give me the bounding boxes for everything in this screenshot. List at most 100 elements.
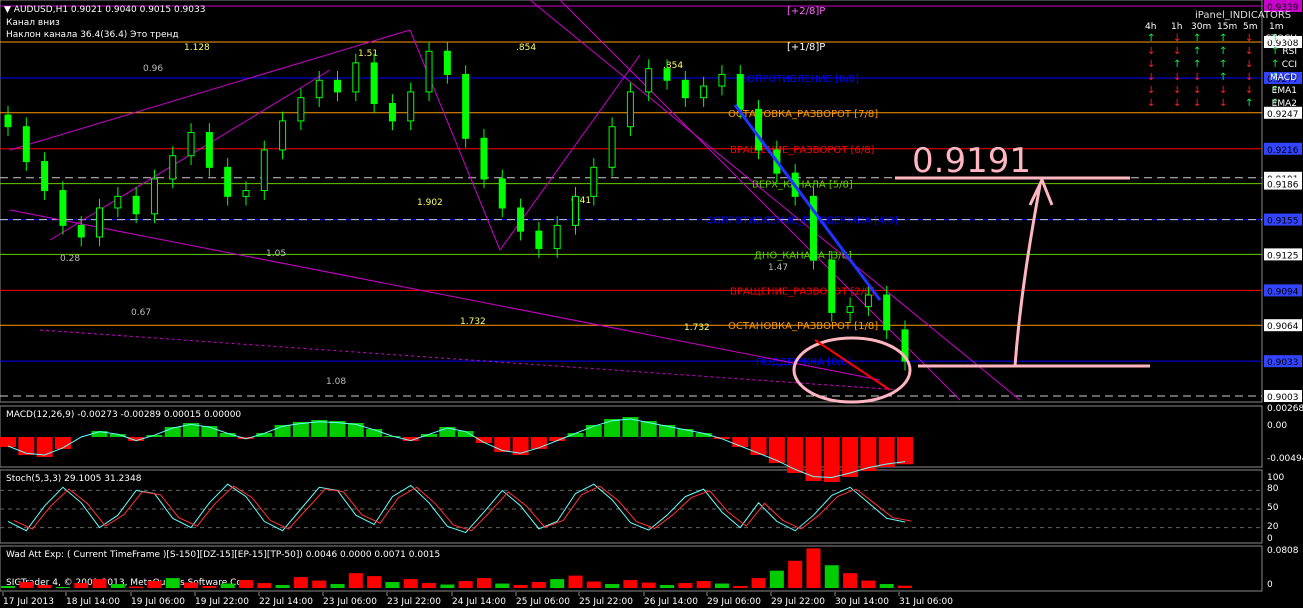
- macd-bar: [604, 419, 621, 437]
- wad-bar: [165, 578, 180, 588]
- arrow-up-icon: ↑: [1245, 98, 1254, 109]
- wad-bar: [769, 570, 784, 588]
- ipanel-timeframe: 4h: [1145, 22, 1157, 32]
- ipanel-timeframe: 30m: [1191, 22, 1212, 32]
- murrey-level-label: ВРАЩЕНИЕ_РАЗВОРОТ [6/8]: [730, 145, 875, 156]
- candle-body: [370, 62, 378, 104]
- wad-bar: [714, 583, 729, 588]
- wad-bar: [898, 585, 912, 588]
- time-tick-label: 19 Jul 06:00: [131, 597, 185, 607]
- wad-bar: [879, 584, 894, 588]
- time-tick-label: 22 Jul 14:00: [259, 597, 313, 607]
- arrow-down-icon: ↓: [1193, 72, 1202, 83]
- candle-body: [626, 91, 634, 128]
- fib-label: 1.732: [460, 317, 486, 327]
- collapse-icon[interactable]: ▼: [4, 5, 14, 15]
- macd-bar: [0, 437, 16, 447]
- wad-bar: [751, 578, 766, 588]
- time-tick-label: 19 Jul 22:00: [195, 597, 249, 607]
- arrow-up-icon: ↑: [1271, 59, 1280, 70]
- arrow-up-icon: ↑: [1219, 46, 1228, 57]
- wad-bar: [202, 586, 217, 588]
- macd-bar: [54, 437, 71, 449]
- candle-body: [498, 178, 506, 209]
- price-tick-label: 0.9125: [1267, 251, 1299, 261]
- candle-body: [864, 294, 872, 308]
- arrow-up-icon: ↑: [1219, 33, 1228, 44]
- macd-bar: [494, 437, 511, 452]
- candle-body: [443, 50, 451, 75]
- arrow-up-icon: ↑: [1193, 46, 1202, 57]
- arrow-down-icon: ↓: [1147, 72, 1156, 83]
- candle-body: [334, 79, 342, 93]
- arrow-down-icon: ↓: [1245, 85, 1254, 96]
- murrey-level-label: ВЕРХ_КАНАЛА [5/8]: [752, 180, 853, 191]
- macd-bar: [585, 425, 602, 437]
- candle-body: [150, 178, 158, 215]
- wad-bar: [220, 583, 235, 588]
- candle-body: [132, 195, 140, 215]
- candle-body: [663, 68, 671, 81]
- fib-label: .854: [516, 43, 536, 53]
- candle-body: [553, 224, 561, 250]
- candle-body: [517, 207, 525, 232]
- price-tick-label: 0.9003: [1267, 393, 1299, 403]
- macd-bar: [530, 437, 547, 449]
- wad-bar: [293, 577, 308, 588]
- wad-bar: [312, 580, 327, 588]
- time-tick-label: 31 Jul 06:00: [899, 597, 953, 607]
- candle-body: [425, 50, 433, 93]
- candle-body: [187, 132, 195, 157]
- macd-bar: [347, 423, 364, 437]
- price-tick-label: 0.9186: [1267, 181, 1299, 191]
- macd-bar: [18, 437, 35, 455]
- stoch-scale-label: 0: [1267, 534, 1273, 544]
- candle-body: [718, 73, 726, 87]
- wad-bar: [92, 579, 107, 588]
- ipanel-timeframe: 1h: [1171, 22, 1183, 32]
- channel-slope: Наклон канала 36.4(36.4) Это тренд: [6, 30, 179, 40]
- wad-bar: [550, 579, 565, 588]
- wad-scale-label: 0: [1267, 580, 1273, 590]
- chart-window[interactable]: СОПРОТИВЛЕНИЕ [8/8] ОСТАНОВКА_РАЗВОРОТ [7…: [0, 0, 1303, 608]
- arrow-down-icon: ↓: [1193, 98, 1202, 109]
- arrow-down-icon: ↓: [1245, 46, 1254, 57]
- ipanel-timeframe: 5m: [1243, 22, 1258, 32]
- arrow-down-icon: ↓: [1245, 33, 1254, 44]
- wad-bar: [495, 583, 510, 588]
- arrow-down-icon: ↓: [1147, 98, 1156, 109]
- target-annotation: 0.9191: [912, 141, 1031, 181]
- time-tick-label: 25 Jul 06:00: [516, 597, 570, 607]
- time-tick-label: 23 Jul 06:00: [323, 597, 377, 607]
- fib-label: 1.902: [417, 198, 443, 208]
- arrow-down-icon: ↓: [1245, 72, 1254, 83]
- arrow-down-icon: ↓: [1147, 46, 1156, 57]
- candle-body: [407, 91, 415, 122]
- ipanel-indicator-name: STOCH: [1265, 34, 1297, 44]
- fib-label: 1.08: [326, 377, 346, 387]
- stoch-frame: [0, 469, 1263, 544]
- candle-body: [96, 207, 104, 238]
- ipanel-title: iPanel_INDICATORS: [1195, 10, 1292, 21]
- time-tick-label: 29 Jul 22:00: [771, 597, 825, 607]
- macd-bar: [201, 426, 218, 437]
- candle-body: [41, 161, 49, 192]
- murrey-level-label: ОСТАНОВКА_РАЗВОРОТ [7/8]: [728, 109, 878, 120]
- candle-body: [681, 79, 689, 99]
- arrow-up-icon: ↑: [1271, 46, 1280, 57]
- candle-body: [645, 68, 653, 93]
- murrey-level-label: СОПРОТИВЛЕНИЕ_ПОДДЕРЖКА [4/8]: [706, 216, 898, 227]
- candle-body: [169, 155, 177, 180]
- wad-bar: [513, 585, 528, 588]
- wad-bar: [1, 586, 15, 588]
- ipanel-indicators: iPanel_INDICATORS 4h 1h 30m 15m 5m 1m ↑ ↓ ↑ ↑ ↓ ↑ ST…: [1069, 6, 1299, 116]
- murrey-level-label: ОСТАНОВКА_РАЗВОРОТ [1/8]: [728, 321, 878, 332]
- time-tick-label: 24 Jul 14:00: [452, 597, 506, 607]
- candle-body: [883, 294, 891, 331]
- ipanel-timeframe: 1m: [1269, 22, 1284, 32]
- macd-bar: [878, 437, 895, 467]
- stoch-scale-label: 50: [1267, 503, 1279, 513]
- arrow-up-icon: ↑: [1193, 59, 1202, 70]
- price-tick-label: 0.9033: [1267, 358, 1299, 368]
- candle-body: [462, 73, 470, 139]
